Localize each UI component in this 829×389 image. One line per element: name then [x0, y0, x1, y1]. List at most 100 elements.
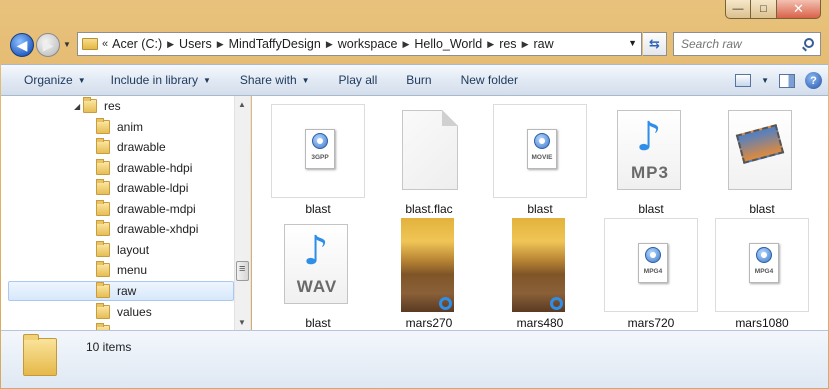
file-item[interactable]: mars270 [381, 218, 477, 330]
tree-item-res[interactable]: res [83, 96, 121, 116]
tree-item-menu[interactable]: menu [96, 260, 147, 280]
file-thumbnail [493, 218, 587, 312]
breadcrumb-separator-icon[interactable]: ▶ [167, 39, 174, 50]
recent-pages-button[interactable]: ▼ [63, 40, 71, 49]
breadcrumb-hello-world[interactable]: Hello_World [414, 37, 482, 51]
file-item[interactable]: mars480 [492, 218, 588, 330]
refresh-icon: ⇆ [649, 36, 660, 51]
help-icon[interactable]: ? [805, 72, 822, 89]
file-name: mars270 [405, 316, 453, 330]
refresh-button[interactable]: ⇆ [643, 32, 667, 56]
file-item[interactable]: MPG4 mars720 [603, 218, 699, 330]
include-in-library-button[interactable]: Include in library ▼ [95, 73, 220, 87]
preview-pane-icon[interactable] [779, 73, 795, 88]
breadcrumb-users[interactable]: Users [179, 37, 212, 51]
new-folder-button[interactable]: New folder [441, 73, 527, 87]
quicktime-overlay-icon [550, 297, 563, 310]
details-pane: 10 items [1, 330, 828, 388]
back-button[interactable]: ◀ [10, 33, 34, 57]
file-item[interactable]: 3GPP blast [270, 104, 366, 222]
file-item[interactable]: MOVIE blast [492, 104, 588, 222]
search-box[interactable] [673, 32, 821, 56]
folder-icon [96, 179, 110, 195]
tree-item-label: values [117, 305, 152, 319]
file-item[interactable]: blast.flac [381, 104, 477, 222]
maximize-button[interactable]: □ [751, 0, 777, 19]
back-arrow-icon: ◀ [16, 36, 28, 53]
tree-item-label: drawable-xhdpi [117, 222, 199, 236]
mars-thumbnail [512, 218, 565, 312]
share-with-button[interactable]: Share with ▼ [220, 73, 319, 87]
wav-music-icon: ♪ WAV [284, 224, 348, 304]
breadcrumb-raw[interactable]: raw [533, 37, 553, 51]
breadcrumb-workspace[interactable]: workspace [338, 37, 398, 51]
tree-item-drawable-ldpi[interactable]: drawable-ldpi [96, 178, 188, 198]
tree-item-drawable-mdpi[interactable]: drawable-mdpi [96, 199, 196, 219]
tree-item-layout[interactable]: layout [96, 240, 149, 260]
tree-item-values[interactable]: values [96, 302, 152, 322]
breadcrumb-res[interactable]: res [499, 37, 516, 51]
file-item[interactable]: blast [714, 104, 810, 222]
overflow-chevron-icon[interactable]: « [102, 38, 108, 50]
breadcrumb-separator-icon[interactable]: ▶ [487, 39, 494, 50]
breadcrumb-separator-icon[interactable]: ▶ [326, 39, 333, 50]
quicktime-logo-icon [645, 247, 661, 263]
navigation-scrollbar[interactable]: ▲ ▼ [234, 96, 250, 330]
search-input[interactable] [681, 37, 799, 51]
scroll-thumb[interactable] [236, 261, 249, 281]
tree-item-anim[interactable]: anim [96, 117, 143, 137]
folder-icon [96, 241, 110, 257]
breadcrumb-separator-icon[interactable]: ▶ [217, 39, 224, 50]
folder-icon [96, 303, 110, 319]
quicktime-overlay-icon [439, 297, 452, 310]
tree-item-drawable-hdpi[interactable]: drawable-hdpi [96, 158, 192, 178]
search-icon[interactable] [804, 38, 814, 48]
tree-item-raw[interactable]: raw [8, 281, 234, 301]
tree-expand-icon[interactable]: ◢ [74, 102, 80, 111]
change-view-icon[interactable] [735, 74, 752, 87]
music-note-icon: ♪ [636, 114, 662, 160]
quicktime-mpg4-icon: MPG4 [749, 243, 779, 283]
burn-button[interactable]: Burn [386, 73, 440, 87]
explorer-window: — □ ✕ ◀ ▶ ▼ « Acer (C:) ▶ Users ▶ MindTa… [0, 0, 829, 389]
scroll-up-icon[interactable]: ▲ [238, 100, 246, 109]
folder-icon [96, 138, 110, 154]
breadcrumb-acer-c[interactable]: Acer (C:) [112, 37, 162, 51]
file-item[interactable]: ♪ MP3 blast [603, 104, 699, 222]
breadcrumb-separator-icon[interactable]: ▶ [402, 39, 409, 50]
view-menu-chevron-icon[interactable]: ▼ [761, 76, 769, 85]
new-folder-label: New folder [460, 73, 518, 87]
quicktime-logo-icon [534, 133, 550, 149]
file-thumbnail: MOVIE [493, 104, 587, 198]
breadcrumb-separator-icon[interactable]: ▶ [522, 39, 529, 50]
mars-thumbnail [401, 218, 454, 312]
file-name: blast [527, 202, 553, 216]
address-dropdown-icon[interactable]: ▼ [628, 38, 637, 48]
file-thumbnail: MPG4 [715, 218, 809, 312]
file-thumbnail [715, 104, 809, 198]
scroll-down-icon[interactable]: ▼ [238, 318, 246, 327]
folder-icon [96, 220, 110, 236]
chevron-down-icon: ▼ [77, 75, 86, 85]
forward-button[interactable]: ▶ [36, 33, 60, 57]
file-type-tag: MOVIE [531, 154, 553, 161]
tree-item-label: raw [117, 284, 137, 298]
tree-item-drawable[interactable]: drawable [96, 137, 166, 157]
play-all-button[interactable]: Play all [319, 73, 387, 87]
organize-button[interactable]: Organize ▼ [1, 73, 95, 87]
folder-icon [96, 282, 110, 298]
burn-label: Burn [406, 73, 432, 87]
tree-item-drawable-xhdpi[interactable]: drawable-xhdpi [96, 219, 198, 239]
tree-item-label: anim [117, 120, 144, 134]
mp3-music-icon: ♪ MP3 [617, 110, 681, 190]
minimize-button[interactable]: — [725, 0, 751, 19]
close-button[interactable]: ✕ [777, 0, 821, 19]
breadcrumb-mindtaffydesign[interactable]: MindTaffyDesign [229, 37, 321, 51]
folder-icon [96, 118, 110, 134]
tree-item-partial[interactable] [96, 322, 117, 330]
address-bar[interactable]: « Acer (C:) ▶ Users ▶ MindTaffyDesign ▶ … [77, 32, 642, 56]
file-item[interactable]: ♪ WAV blast [270, 218, 366, 330]
file-item[interactable]: MPG4 mars1080 [714, 218, 810, 330]
folder-icon [23, 334, 57, 376]
file-name: blast [638, 202, 664, 216]
